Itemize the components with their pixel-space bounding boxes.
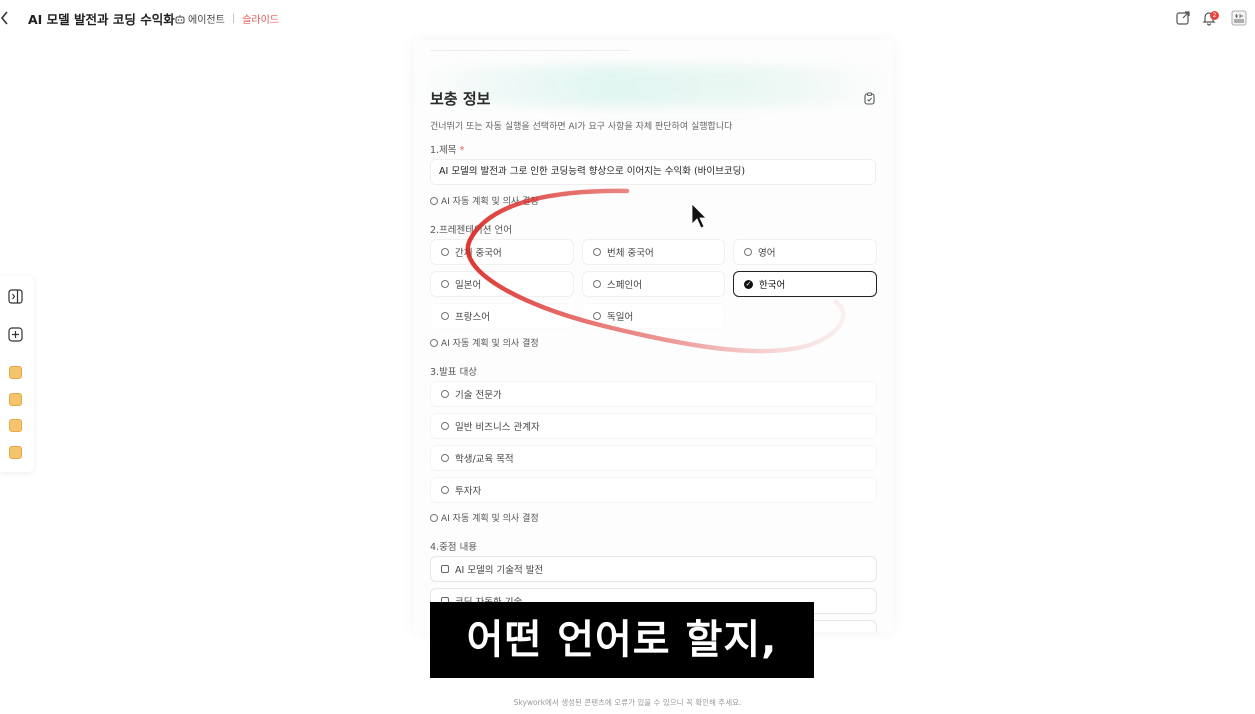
section-title: 보충 정보: [430, 90, 491, 108]
radio-icon: [441, 486, 449, 494]
radio-icon: [593, 248, 601, 256]
recent-document-icon[interactable]: [9, 366, 22, 379]
option-label: 일반 비즈니스 관계자: [455, 422, 540, 433]
notification-badge: 2: [1210, 11, 1219, 20]
audience-option-tech-experts[interactable]: 기술 전문가: [430, 381, 877, 407]
checkmark-icon: ✓: [744, 279, 753, 289]
radio-icon: [441, 280, 449, 288]
clipboard-icon[interactable]: [863, 92, 876, 105]
language-option-traditional-chinese[interactable]: 번체 중국어: [582, 239, 725, 265]
question-label-text: 1.제목: [430, 145, 457, 156]
option-label: 투자자: [455, 486, 482, 497]
option-label: AI 모델의 기술적 발전: [455, 565, 544, 576]
language-option-french[interactable]: 프랑스어: [430, 303, 574, 329]
question-language-label: 2.프레젠테이션 언어: [430, 225, 513, 236]
sidebar-toggle-icon[interactable]: [8, 289, 23, 304]
user-avatar-icon[interactable]: [1231, 10, 1247, 26]
ai-auto-decision-radio[interactable]: AI 자동 계획 및 의사 결정: [430, 511, 539, 524]
radio-icon: [430, 196, 438, 205]
option-label: 번체 중국어: [607, 248, 654, 259]
option-label: 학생/교육 목적: [455, 454, 514, 465]
language-option-german[interactable]: 독일어: [582, 303, 725, 329]
left-sidebar: [0, 276, 34, 472]
checkbox-icon: [441, 565, 449, 573]
top-bar: AI 모델 발전과 코딩 수익화 에이전트 | 슬라이드 2: [0, 0, 1255, 36]
page-title: AI 모델 발전과 코딩 수익화: [28, 12, 175, 27]
radio-icon: [744, 248, 752, 256]
radio-icon: [441, 248, 449, 256]
ai-auto-decision-radio[interactable]: AI 자동 계획 및 의사 결정: [430, 336, 539, 349]
share-icon[interactable]: [1175, 10, 1191, 26]
new-task-plus-icon[interactable]: [8, 327, 23, 342]
recent-document-icon[interactable]: [9, 446, 22, 459]
ai-auto-label: AI 자동 계획 및 의사 결정: [441, 197, 539, 207]
ai-auto-decision-radio[interactable]: AI 자동 계획 및 의사 결정: [430, 194, 539, 207]
section-description: 건너뛰기 또는 자동 실행을 선택하면 AI가 요구 사항을 자체 판단하여 실…: [430, 122, 733, 132]
option-label: 프랑스어: [455, 312, 490, 323]
radio-icon: [441, 312, 449, 320]
chip-divider: |: [231, 13, 236, 24]
question-audience-label: 3.발표 대상: [430, 367, 478, 378]
radio-icon: [430, 338, 438, 347]
agent-label: 에이전트: [188, 15, 225, 26]
radio-icon: [441, 422, 449, 430]
option-label: 한국어: [759, 280, 786, 291]
radio-icon: [441, 390, 449, 398]
supplementary-info-panel: 보충 정보 건너뛰기 또는 자동 실행을 선택하면 AI가 요구 사항을 자체 …: [414, 40, 893, 632]
radio-icon: [593, 280, 601, 288]
video-subtitle: 어떤 언어로 할지,: [430, 602, 814, 678]
audience-option-investors[interactable]: 투자자: [430, 477, 877, 503]
option-label: 일본어: [455, 280, 482, 291]
language-option-korean[interactable]: ✓ 한국어: [733, 271, 877, 297]
language-option-japanese[interactable]: 일본어: [430, 271, 574, 297]
divider: [430, 50, 630, 51]
language-option-english[interactable]: 영어: [733, 239, 877, 265]
language-option-simplified-chinese[interactable]: 간체 중국어: [430, 239, 574, 265]
mode-label: 슬라이드: [242, 15, 279, 26]
recent-document-icon[interactable]: [9, 393, 22, 406]
option-label: 영어: [758, 248, 776, 259]
question-title-label: 1.제목 *: [430, 142, 464, 156]
title-input[interactable]: AI 모델의 발전과 그로 인한 코딩능력 향상으로 이어지는 수익화 (바이브…: [430, 159, 876, 185]
ai-auto-label: AI 자동 계획 및 의사 결정: [441, 514, 539, 524]
agent-mode-chip[interactable]: 에이전트 | 슬라이드: [175, 11, 279, 26]
radio-icon: [430, 513, 438, 522]
option-label: 기술 전문가: [455, 390, 502, 401]
audience-option-business[interactable]: 일반 비즈니스 관계자: [430, 413, 877, 439]
option-label: 스페인어: [607, 280, 642, 291]
robot-icon: [175, 14, 185, 23]
back-arrow-icon[interactable]: [0, 10, 10, 26]
audience-option-students[interactable]: 학생/교육 목적: [430, 445, 877, 471]
required-mark: *: [459, 145, 465, 156]
radio-icon: [593, 312, 601, 320]
option-label: 독일어: [607, 312, 634, 323]
question-focus-label: 4.중점 내용: [430, 542, 478, 553]
radio-icon: [441, 454, 449, 462]
recent-document-icon[interactable]: [9, 419, 22, 432]
option-label: 간체 중국어: [455, 248, 502, 259]
language-option-spanish[interactable]: 스페인어: [582, 271, 725, 297]
ai-auto-label: AI 자동 계획 및 의사 결정: [441, 339, 539, 349]
footer-disclaimer: Skywork에서 생성된 콘텐츠에 오류가 있을 수 있으니 꼭 확인해 주세…: [513, 698, 742, 707]
focus-option-ai-advancement[interactable]: AI 모델의 기술적 발전: [430, 556, 877, 582]
